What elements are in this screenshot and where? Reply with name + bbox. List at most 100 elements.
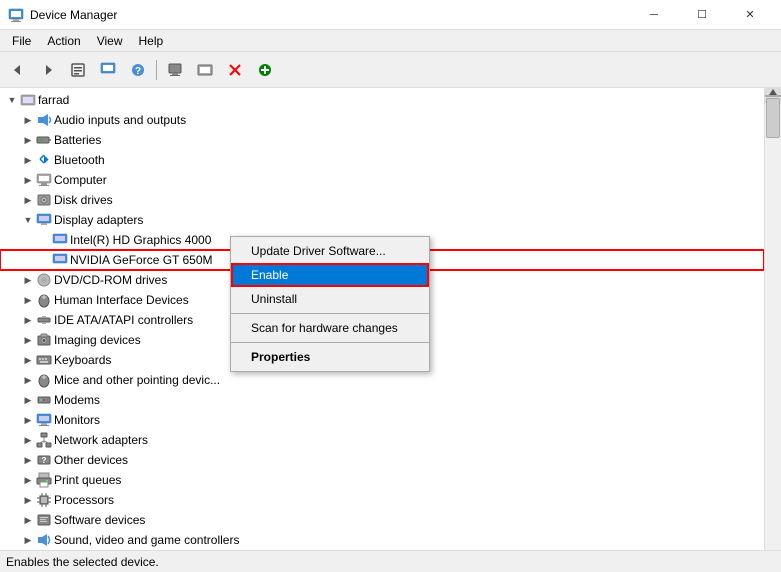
scroll-up[interactable] — [765, 88, 781, 96]
menu-view[interactable]: View — [89, 32, 131, 50]
tree-item-network[interactable]: ▶ Network adapters — [0, 430, 764, 450]
ctx-separator-2 — [231, 342, 429, 343]
tree-item-audio[interactable]: ▶ Audio inputs and outputs — [0, 110, 764, 130]
hid-icon — [36, 292, 52, 308]
minimize-button[interactable]: ─ — [631, 0, 677, 30]
toolbar-update-driver[interactable] — [94, 56, 122, 84]
bluetooth-arrow: ▶ — [20, 152, 36, 168]
software-label: Software devices — [54, 513, 145, 527]
ctx-scan[interactable]: Scan for hardware changes — [231, 316, 429, 340]
tree-item-disk[interactable]: ▶ Disk drives — [0, 190, 764, 210]
disk-arrow: ▶ — [20, 192, 36, 208]
tree-item-bluetooth[interactable]: ▶ Bluetooth — [0, 150, 764, 170]
context-menu: Update Driver Software... Enable Uninsta… — [230, 236, 430, 372]
toolbar-forward[interactable] — [34, 56, 62, 84]
batteries-icon — [36, 132, 52, 148]
other-icon: ? — [36, 452, 52, 468]
toolbar-back[interactable] — [4, 56, 32, 84]
maximize-button[interactable]: ☐ — [679, 0, 725, 30]
tree-item-batteries[interactable]: ▶ Batteries — [0, 130, 764, 150]
toolbar-device-manager[interactable] — [191, 56, 219, 84]
ctx-uninstall[interactable]: Uninstall — [231, 287, 429, 311]
imaging-label: Imaging devices — [54, 333, 141, 347]
keyboards-label: Keyboards — [54, 353, 111, 367]
ctx-separator-1 — [231, 313, 429, 314]
software-icon — [36, 512, 52, 528]
hid-label: Human Interface Devices — [54, 293, 189, 307]
toolbar-remove[interactable] — [221, 56, 249, 84]
bluetooth-label: Bluetooth — [54, 153, 105, 167]
network-icon — [36, 432, 52, 448]
dvd-icon — [36, 272, 52, 288]
menu-help[interactable]: Help — [131, 32, 172, 50]
nvidia-label: NVIDIA GeForce GT 650M — [70, 253, 213, 267]
app-icon — [8, 7, 24, 23]
tree-item-computer[interactable]: ▶ Computer — [0, 170, 764, 190]
menu-action[interactable]: Action — [39, 32, 88, 50]
tree-item-print[interactable]: ▶ Print queues — [0, 470, 764, 490]
mice-label: Mice and other pointing devic... — [54, 373, 220, 387]
ctx-update-driver[interactable]: Update Driver Software... — [231, 239, 429, 263]
toolbar-scan[interactable] — [161, 56, 189, 84]
toolbar-properties[interactable] — [64, 56, 92, 84]
root-label: farrad — [38, 93, 69, 107]
monitors-label: Monitors — [54, 413, 100, 427]
tree-item-software[interactable]: ▶ Software devices — [0, 510, 764, 530]
tree-item-other[interactable]: ▶ ? Other devices — [0, 450, 764, 470]
monitors-icon — [36, 412, 52, 428]
bluetooth-icon — [36, 152, 52, 168]
batteries-label: Batteries — [54, 133, 101, 147]
processors-icon — [36, 492, 52, 508]
dvd-label: DVD/CD-ROM drives — [54, 273, 167, 287]
print-arrow: ▶ — [20, 472, 36, 488]
tree-item-modems[interactable]: ▶ Modems — [0, 390, 764, 410]
scroll-thumb[interactable] — [766, 98, 780, 138]
disk-icon — [36, 192, 52, 208]
monitors-arrow: ▶ — [20, 412, 36, 428]
tree-item-sound[interactable]: ▶ Sound, video and game controllers — [0, 530, 764, 550]
network-arrow: ▶ — [20, 432, 36, 448]
root-arrow: ▼ — [4, 92, 20, 108]
modems-icon — [36, 392, 52, 408]
dvd-arrow: ▶ — [20, 272, 36, 288]
modems-label: Modems — [54, 393, 100, 407]
display-icon — [36, 212, 52, 228]
toolbar-add[interactable] — [251, 56, 279, 84]
display-label: Display adapters — [54, 213, 143, 227]
other-label: Other devices — [54, 453, 128, 467]
window-title: Device Manager — [30, 8, 631, 22]
tree-item-mice[interactable]: ▶ Mice and other pointing devic... — [0, 370, 764, 390]
audio-icon — [36, 112, 52, 128]
ide-label: IDE ATA/ATAPI controllers — [54, 313, 193, 327]
processors-arrow: ▶ — [20, 492, 36, 508]
keyboards-icon — [36, 352, 52, 368]
status-bar: Enables the selected device. — [0, 550, 781, 572]
hid-arrow: ▶ — [20, 292, 36, 308]
intel-icon — [52, 232, 68, 248]
tree-item-display[interactable]: ▼ Display adapters — [0, 210, 764, 230]
scrollbar[interactable] — [764, 88, 781, 550]
computer-label: Computer — [54, 173, 107, 187]
svg-text:?: ? — [135, 66, 141, 77]
sound-icon — [36, 532, 52, 548]
close-button[interactable]: ✕ — [727, 0, 773, 30]
intel-label: Intel(R) HD Graphics 4000 — [70, 233, 211, 247]
tree-panel[interactable]: ▼ farrad ▶ Audio inputs and outputs — [0, 88, 764, 550]
print-icon — [36, 472, 52, 488]
root-icon — [20, 92, 36, 108]
tree-item-processors[interactable]: ▶ Processors — [0, 490, 764, 510]
tree-root[interactable]: ▼ farrad — [0, 90, 764, 110]
toolbar-help[interactable]: ? — [124, 56, 152, 84]
ide-arrow: ▶ — [20, 312, 36, 328]
menu-file[interactable]: File — [4, 32, 39, 50]
imaging-icon — [36, 332, 52, 348]
ctx-properties[interactable]: Properties — [231, 345, 429, 369]
imaging-arrow: ▶ — [20, 332, 36, 348]
audio-label: Audio inputs and outputs — [54, 113, 186, 127]
network-label: Network adapters — [54, 433, 148, 447]
ctx-enable[interactable]: Enable — [231, 263, 429, 287]
main-content: ▼ farrad ▶ Audio inputs and outputs — [0, 88, 781, 550]
modems-arrow: ▶ — [20, 392, 36, 408]
svg-text:?: ? — [42, 456, 47, 465]
tree-item-monitors[interactable]: ▶ Monitors — [0, 410, 764, 430]
